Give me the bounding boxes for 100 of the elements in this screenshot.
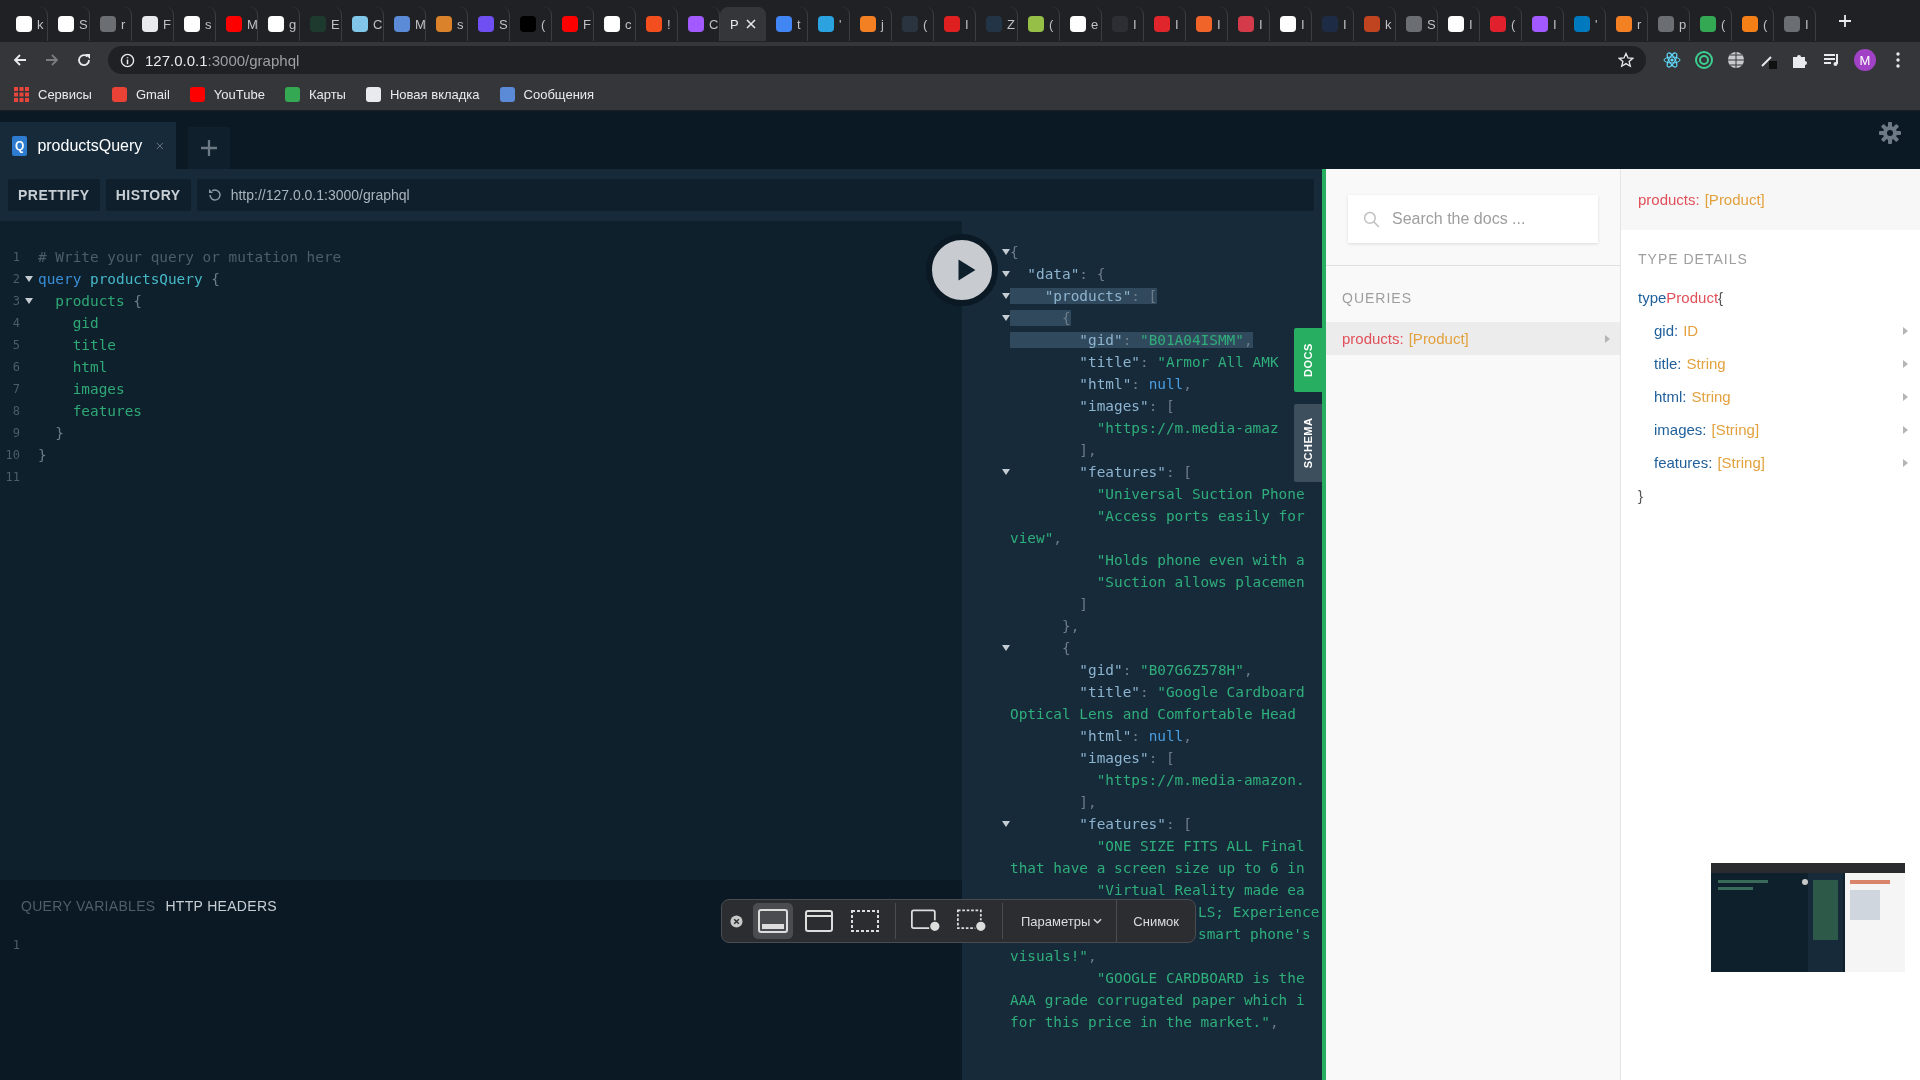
browser-tab[interactable]: I (1438, 7, 1480, 41)
browser-tab[interactable]: C (342, 7, 384, 41)
browser-tab[interactable]: I (1144, 7, 1186, 41)
bookmark[interactable]: Новая вкладка (365, 86, 480, 102)
line-number: 10 (4, 448, 20, 462)
browser-tab[interactable]: e (1060, 7, 1102, 41)
browser-tab[interactable]: k (1354, 7, 1396, 41)
browser-tab[interactable]: g (258, 7, 300, 41)
reload-icon[interactable] (76, 52, 92, 68)
browser-tab[interactable]: c (594, 7, 636, 41)
reload-icon[interactable] (206, 187, 223, 203)
code-line: } (54, 425, 64, 441)
new-tab-icon[interactable] (1838, 14, 1852, 28)
browser-tab[interactable]: t (766, 7, 808, 41)
browser-tab[interactable]: s (426, 7, 468, 41)
globe-icon[interactable] (1726, 50, 1746, 70)
browser-tab[interactable]: I (1102, 7, 1144, 41)
code-line: Optical Lens and Comfortable Head (1010, 706, 1296, 722)
browser-tab[interactable]: C (678, 7, 720, 41)
browser-tab[interactable]: S (48, 7, 90, 41)
add-tab-button[interactable] (188, 127, 230, 169)
capture-button[interactable]: Снимок (1116, 900, 1195, 942)
endpoint-field[interactable]: http://127.0.0.1:3000/graphql (196, 179, 1314, 211)
bookmark[interactable]: Сервисы (14, 86, 92, 102)
type-field[interactable]: title: String (1621, 347, 1920, 380)
fold-arrow-icon[interactable] (25, 276, 33, 282)
browser-tab[interactable]: ( (1732, 7, 1774, 41)
browser-tab[interactable]: I (1312, 7, 1354, 41)
code-line: products { (54, 293, 142, 309)
side-tab[interactable]: SCHEMA (1294, 404, 1322, 482)
fold-arrow-icon[interactable] (1002, 821, 1010, 827)
browser-tab[interactable]: ( (510, 7, 552, 41)
type-field[interactable]: features: [String] (1621, 446, 1920, 479)
browser-tab[interactable]: r (1606, 7, 1648, 41)
browser-tab[interactable]: M (384, 7, 426, 41)
browser-tab[interactable]: P (720, 7, 766, 41)
type-field[interactable]: html: String (1621, 380, 1920, 413)
options-dropdown[interactable]: Параметры (1013, 913, 1111, 929)
browser-tab[interactable]: Z (976, 7, 1018, 41)
line-number: 9 (11, 426, 20, 440)
browser-tab[interactable]: M (216, 7, 258, 41)
code-line: features (71, 403, 142, 419)
browser-tab[interactable]: r (90, 7, 132, 41)
browser-tab[interactable]: ' (808, 7, 850, 41)
line-number: 3 (11, 294, 20, 308)
bookmark[interactable]: Gmail (111, 86, 170, 102)
browser-tab[interactable]: I (1186, 7, 1228, 41)
star-icon[interactable] (1618, 52, 1634, 68)
browser-tab[interactable]: I (1774, 7, 1816, 41)
browser-tab[interactable]: p (1648, 7, 1690, 41)
code-line: images (71, 381, 125, 397)
query-tab[interactable]: Q productsQuery (0, 122, 176, 169)
atom-icon[interactable] (1662, 50, 1682, 70)
toolbar-button[interactable]: HISTORY (105, 179, 191, 211)
code-line: "html": null, (1078, 728, 1192, 744)
docs-search-field[interactable]: Search the docs ... (1348, 195, 1598, 243)
browser-tab[interactable]: F (552, 7, 594, 41)
browser-tab[interactable]: ( (1480, 7, 1522, 41)
window-icon (804, 909, 834, 933)
code-line: "images": [ (1078, 398, 1175, 414)
browser-tab[interactable]: s (174, 7, 216, 41)
code-line: html (71, 359, 108, 375)
browser-tab[interactable]: ' (1564, 7, 1606, 41)
browser-tab[interactable]: F (132, 7, 174, 41)
fold-arrow-icon[interactable] (1002, 249, 1010, 255)
close-icon[interactable] (730, 914, 743, 928)
browser-tab[interactable]: k (6, 7, 48, 41)
info-icon[interactable] (120, 52, 135, 68)
browser-tab[interactable]: I (934, 7, 976, 41)
fold-arrow-icon[interactable] (1002, 645, 1010, 651)
forward-icon[interactable] (44, 52, 60, 68)
browser-tab[interactable]: I (1270, 7, 1312, 41)
type-field[interactable]: images: [String] (1621, 413, 1920, 446)
bookmark[interactable]: Сообщения (499, 86, 595, 102)
code-line: AAA grade corrugated paper which i (1010, 992, 1305, 1008)
browser-tab[interactable]: S (468, 7, 510, 41)
bookmark[interactable]: YouTube (189, 86, 265, 102)
capture-mode-button[interactable] (753, 903, 793, 939)
browser-tab[interactable]: ( (1018, 7, 1060, 41)
type-field[interactable]: gid: ID (1621, 314, 1920, 347)
browser-tab[interactable]: j (850, 7, 892, 41)
line-number: 1 (11, 250, 20, 264)
fold-arrow-icon[interactable] (25, 298, 33, 304)
line-number: 5 (11, 338, 20, 352)
browser-tab[interactable]: S (1396, 7, 1438, 41)
target-icon[interactable] (1694, 50, 1714, 70)
line-number: 1 (11, 938, 20, 952)
fold-arrow-icon[interactable] (1002, 469, 1010, 475)
browser-tab[interactable]: I (1522, 7, 1564, 41)
browser-tab[interactable]: ( (1690, 7, 1732, 41)
variables-tab[interactable]: HTTP HEADERS (165, 898, 277, 924)
bookmark[interactable]: Карты (284, 86, 346, 102)
back-icon[interactable] (12, 52, 28, 68)
browser-tab[interactable]: ! (636, 7, 678, 41)
browser-tab[interactable]: I (1228, 7, 1270, 41)
browser-tab[interactable]: ( (892, 7, 934, 41)
toolbar-button[interactable]: PRETTIFY (8, 179, 100, 211)
browser-tab[interactable]: E (300, 7, 342, 41)
address-bar[interactable]: 127.0.0.1:3000/graphql (108, 46, 1646, 74)
profile-avatar[interactable]: M (1854, 49, 1876, 71)
